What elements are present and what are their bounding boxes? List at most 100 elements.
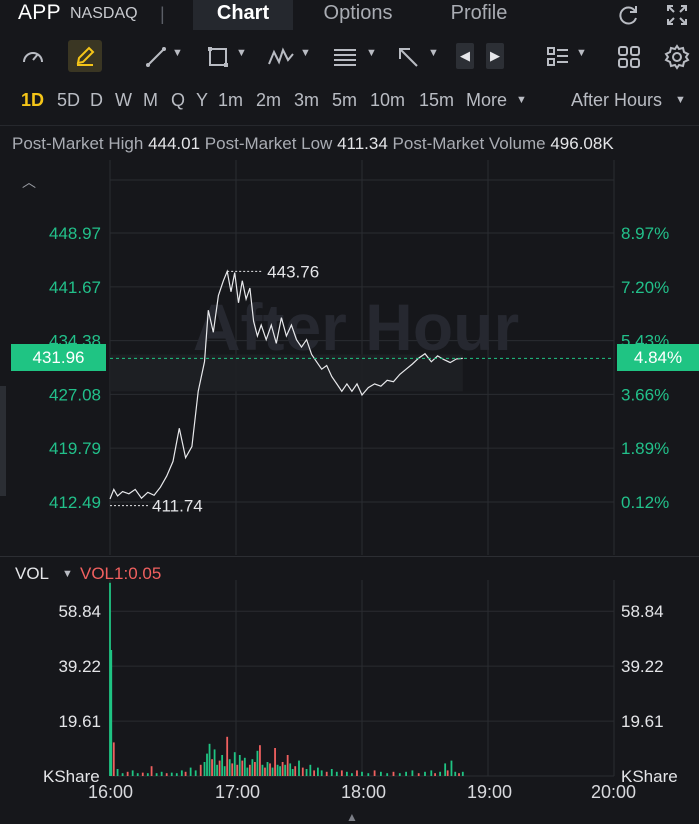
volume-bar xyxy=(266,762,269,776)
session-dropdown-icon[interactable]: ▼ xyxy=(675,94,686,106)
volume-bar xyxy=(269,763,271,776)
y-tick-label-left: 412.49 xyxy=(49,493,101,512)
volume-bar xyxy=(373,770,376,776)
volume-bar xyxy=(286,755,289,776)
indicator-list-icon[interactable] xyxy=(545,44,571,70)
rectangle-tool-icon[interactable] xyxy=(205,44,231,70)
volume-bar xyxy=(430,770,433,776)
fib-tool-icon[interactable] xyxy=(331,44,359,70)
volume-bar xyxy=(424,771,426,776)
low-label: Post-Market Low xyxy=(204,134,333,153)
tab-profile[interactable]: Profile xyxy=(430,0,528,30)
expand-caret-icon[interactable]: ▲ xyxy=(346,810,358,824)
timeframe-10m[interactable]: 10m xyxy=(370,90,405,111)
session-selector[interactable]: After Hours xyxy=(571,90,662,111)
toolbar-divider xyxy=(0,125,699,126)
volume-bar xyxy=(417,773,420,776)
volume-bar xyxy=(194,770,197,776)
volume-bar xyxy=(216,764,218,776)
line-tool-dropdown-icon[interactable]: ▼ xyxy=(172,47,183,59)
pattern-tool-icon[interactable] xyxy=(266,44,296,70)
volume-bar xyxy=(126,771,129,776)
volume-bar xyxy=(271,767,274,776)
timeframe-1m[interactable]: 1m xyxy=(218,90,243,111)
tab-options[interactable]: Options xyxy=(303,0,413,30)
volume-bar xyxy=(458,773,460,776)
volume-bar xyxy=(434,773,436,776)
side-panel-handle[interactable] xyxy=(0,386,6,496)
tab-chart[interactable]: Chart xyxy=(193,0,293,30)
y-tick-label-left: 441.67 xyxy=(49,278,101,297)
volume-bar xyxy=(228,759,231,776)
volume-bar xyxy=(165,773,168,776)
volume-bar xyxy=(284,764,287,776)
vol-tick-label-left: 19.61 xyxy=(58,712,101,731)
volume-bar xyxy=(136,773,139,776)
current-change-tag: 4.84% xyxy=(617,344,699,371)
line-tool-icon[interactable] xyxy=(143,44,169,70)
rectangle-tool-dropdown-icon[interactable]: ▼ xyxy=(236,47,247,59)
volume-bar xyxy=(238,755,241,776)
more-dropdown-icon[interactable]: ▼ xyxy=(516,94,527,106)
timeframe-w[interactable]: W xyxy=(115,90,132,111)
vol-tick-label-left: 39.22 xyxy=(58,657,101,676)
volume-dropdown-icon[interactable]: ▼ xyxy=(62,568,73,580)
volume-bar xyxy=(170,772,173,776)
timeframe-5d[interactable]: 5D xyxy=(57,90,80,111)
exchange-label: NASDAQ xyxy=(70,5,138,22)
volume-bar xyxy=(301,767,304,776)
volume-bar xyxy=(116,769,119,776)
volume-bar xyxy=(313,770,316,776)
volume-bar xyxy=(289,763,292,776)
settings-icon[interactable] xyxy=(664,44,690,70)
timeframe-1d[interactable]: 1D xyxy=(21,90,44,111)
more-timeframes-button[interactable]: More xyxy=(466,90,507,111)
timeframe-y[interactable]: Y xyxy=(196,90,208,111)
fullscreen-icon[interactable] xyxy=(664,2,690,28)
volume-value: 496.08K xyxy=(550,134,614,153)
volume-chart[interactable]: 58.84 58.84 39.22 39.22 19.61 19.61 xyxy=(0,580,699,780)
timeframe-m[interactable]: M xyxy=(143,90,158,111)
volume-bar xyxy=(356,770,358,776)
volume-bar xyxy=(380,771,382,776)
refresh-icon[interactable] xyxy=(615,2,641,28)
prev-arrow-icon[interactable]: ◀ xyxy=(456,43,474,69)
volume-bar xyxy=(330,769,333,776)
volume-bar xyxy=(180,770,183,776)
ticker-symbol[interactable]: APP xyxy=(18,1,61,25)
timeframe-q[interactable]: Q xyxy=(171,90,185,111)
y-tick-label-left: 448.97 xyxy=(49,224,101,243)
timeframe-d[interactable]: D xyxy=(90,90,103,111)
volume-bar xyxy=(141,772,144,776)
volume-bar xyxy=(309,764,312,776)
price-band-shade xyxy=(110,354,463,392)
volume-bar xyxy=(305,769,308,776)
gauge-icon[interactable] xyxy=(20,44,46,70)
volume-bar xyxy=(203,762,206,776)
current-price-tag: 431.96 xyxy=(11,344,106,371)
timeframe-2m[interactable]: 2m xyxy=(256,90,281,111)
y-tick-label-right: 7.20% xyxy=(621,278,669,297)
timeframe-15m[interactable]: 15m xyxy=(419,90,454,111)
timeframe-3m[interactable]: 3m xyxy=(294,90,319,111)
arrow-tool-icon[interactable] xyxy=(395,44,421,70)
arrow-tool-dropdown-icon[interactable]: ▼ xyxy=(428,47,439,59)
volume-bar xyxy=(110,650,113,776)
header-separator: | xyxy=(160,4,165,24)
vol-tick-label-right: 19.61 xyxy=(621,712,664,731)
volume-bar xyxy=(461,771,464,776)
y-tick-label-left: 419.79 xyxy=(49,439,101,458)
vol-tick-label-right: 58.84 xyxy=(621,602,664,621)
pattern-tool-dropdown-icon[interactable]: ▼ xyxy=(300,47,311,59)
volume-bar xyxy=(411,770,414,776)
fib-tool-dropdown-icon[interactable]: ▼ xyxy=(366,47,377,59)
volume-bar xyxy=(325,771,328,776)
timeframe-5m[interactable]: 5m xyxy=(332,90,357,111)
next-arrow-icon[interactable]: ▶ xyxy=(486,43,504,69)
volume-bar xyxy=(294,766,297,776)
indicator-dropdown-icon[interactable]: ▼ xyxy=(576,47,587,59)
volume-bar xyxy=(226,736,229,776)
x-tick-label: 19:00 xyxy=(467,782,513,802)
layout-grid-icon[interactable] xyxy=(616,44,642,70)
y-tick-label-right: 8.97% xyxy=(621,224,669,243)
